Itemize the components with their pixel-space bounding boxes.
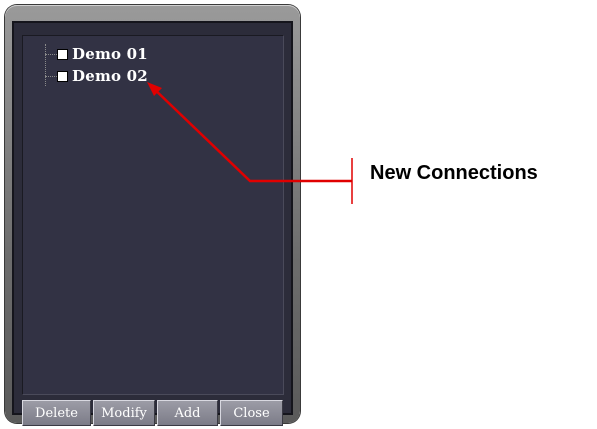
add-button[interactable]: Add bbox=[157, 400, 218, 426]
checkbox-icon[interactable] bbox=[57, 48, 68, 60]
tree-item-label: Demo 01 bbox=[72, 45, 148, 63]
callout-label: New Connections bbox=[370, 162, 538, 184]
tree-connector-vertical bbox=[45, 44, 46, 86]
tree-connector bbox=[45, 54, 57, 55]
window-body: Demo 01 Demo 02 Delete Modify Add Close bbox=[12, 21, 293, 426]
tree-item-label: Demo 02 bbox=[72, 67, 148, 85]
connection-tree[interactable]: Demo 01 Demo 02 bbox=[22, 35, 284, 395]
tree-item-demo-02[interactable]: Demo 02 bbox=[57, 66, 148, 86]
button-bar: Delete Modify Add Close bbox=[22, 400, 283, 426]
close-button[interactable]: Close bbox=[220, 400, 283, 426]
tree-connector bbox=[45, 76, 57, 77]
delete-button[interactable]: Delete bbox=[22, 400, 91, 426]
connection-window: Demo 01 Demo 02 Delete Modify Add Close bbox=[5, 5, 300, 426]
modify-button[interactable]: Modify bbox=[93, 400, 155, 426]
checkbox-icon[interactable] bbox=[57, 70, 68, 82]
tree-item-demo-01[interactable]: Demo 01 bbox=[57, 44, 148, 64]
